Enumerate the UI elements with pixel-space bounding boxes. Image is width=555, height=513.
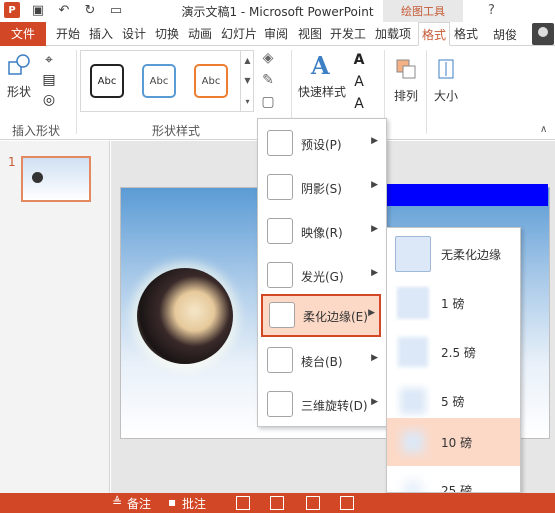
soft-edge-2-5pt-swatch [395,334,431,370]
notes-button[interactable]: 备注 [127,495,151,512]
shape-style-blue[interactable]: Abc [142,64,176,98]
normal-view-icon[interactable] [236,496,250,510]
shape-style-dark[interactable]: Abc [90,64,124,98]
quick-styles-icon: A [310,51,330,80]
collapse-ribbon-icon[interactable]: ∧ [540,124,547,135]
text-outline-icon[interactable]: A [350,74,368,90]
tab-animations[interactable]: 动画 [188,22,212,46]
tab-home[interactable]: 开始 [56,22,80,46]
tab-slideshow[interactable]: 幻灯片 [221,22,257,46]
tab-view[interactable]: 视图 [298,22,322,46]
submenu-arrow-icon: ▶ [371,353,378,363]
submenu-arrow-icon: ▶ [371,397,378,407]
blue-rectangle-shape[interactable] [380,184,548,206]
3d-rotation-icon [267,391,293,417]
submenu-arrow-icon: ▶ [371,136,378,146]
menu-item-glow[interactable]: 发光(G) ▶ [258,254,386,297]
svg-text:A: A [310,52,330,78]
tab-file[interactable]: 文件 [0,22,46,46]
gallery-scroll[interactable]: ▲ ▼ ▾ [240,50,254,112]
shape-outline-icon[interactable]: ✎ [259,72,277,88]
status-bar: ≜ 备注 ▪ 批注 [0,493,555,513]
arrange-button[interactable]: 排列 [392,56,420,104]
text-fill-icon[interactable]: A [350,52,368,68]
shapes-button[interactable]: 形状 [4,52,34,100]
arrange-icon [396,59,416,79]
shapes-icon [8,54,30,75]
shape-fill-icon[interactable]: ◈ [259,50,277,66]
reflection-icon [267,218,293,244]
gallery-more-icon[interactable]: ▾ [245,97,249,106]
menu-item-bevel[interactable]: 棱台(B) ▶ [258,339,386,382]
menu-item-shadow[interactable]: 阴影(S) ▶ [258,166,386,209]
tab-developer[interactable]: 开发工 [330,22,366,46]
soft-edge-25pt-swatch [395,472,431,492]
comments-icon[interactable]: ▪ [168,495,176,509]
edit-shape-icon[interactable]: ⌖ [40,52,58,68]
tab-review[interactable]: 审阅 [264,22,288,46]
notes-icon[interactable]: ≜ [112,495,122,509]
ribbon-tabs: 文件 开始 插入 设计 切换 动画 幻灯片 审阅 视图 开发工 加载项 格式 格… [0,22,555,46]
quick-styles-button[interactable]: A 快速样式 [298,51,346,100]
soft-edges-submenu: 无柔化边缘 1 磅 2.5 磅 5 磅 10 磅 25 磅 [386,227,521,493]
size-button[interactable]: 大小 [432,56,460,104]
user-name[interactable]: 胡俊 [493,26,517,43]
tab-format[interactable]: 格式 [454,22,478,46]
soft-edge-5pt-swatch [395,383,431,419]
separator [76,50,77,134]
soft-edges-icon [269,302,295,328]
gallery-up-icon[interactable]: ▲ [244,56,250,65]
reading-view-icon[interactable] [306,496,320,510]
glow-icon [267,262,293,288]
comments-button[interactable]: 批注 [182,495,206,512]
drawing-tools-context: 绘图工具 [383,0,463,22]
submenu-arrow-icon: ▶ [371,224,378,234]
shape-styles-group-label: 形状样式 [152,124,201,138]
portrait-photo[interactable] [137,268,233,364]
gallery-down-icon[interactable]: ▼ [244,76,250,85]
window-title: 演示文稿1 - Microsoft PowerPoint [181,5,374,19]
submenu-arrow-icon: ▶ [368,308,375,318]
slideshow-icon[interactable] [340,496,354,510]
merge-shapes-icon[interactable]: ◎ [40,92,58,108]
submenu-arrow-icon: ▶ [371,268,378,278]
tab-addins[interactable]: 加载项 [375,22,411,46]
shadow-icon [267,174,293,200]
slide-sorter-icon[interactable] [270,496,284,510]
tab-insert[interactable]: 插入 [89,22,113,46]
menu-item-3d-rotation[interactable]: 三维旋转(D) ▶ [258,383,386,426]
thumbnail-photo [32,172,43,183]
soft-edge-none[interactable]: 无柔化边缘 [387,230,520,278]
size-icon [438,59,454,79]
tab-design[interactable]: 设计 [122,22,146,46]
menu-item-preset[interactable]: 预设(P) ▶ [258,122,386,165]
soft-edge-none-swatch [395,236,431,272]
soft-edge-1pt[interactable]: 1 磅 [387,279,520,327]
shape-effects-menu: 预设(P) ▶ 阴影(S) ▶ 映像(R) ▶ 发光(G) ▶ 柔化边缘(E) … [257,118,387,427]
avatar[interactable] [532,23,554,45]
insert-shapes-group-label: 插入形状 [12,124,61,138]
submenu-arrow-icon: ▶ [371,180,378,190]
title-bar: P ▣ ↶ ↻ ▭ 演示文稿1 - Microsoft PowerPoint 绘… [0,0,555,22]
menu-item-soft-edges[interactable]: 柔化边缘(E) ▶ [261,294,381,337]
bevel-icon [267,347,293,373]
help-icon[interactable]: ? [488,3,495,18]
slide-number: 1 [8,155,16,169]
separator [426,50,427,134]
text-box-icon[interactable]: ▤ [40,72,58,88]
preset-icon [267,130,293,156]
tab-format-active[interactable]: 格式 [418,22,450,46]
soft-edge-25pt[interactable]: 25 磅 [387,466,520,492]
soft-edge-10pt-swatch [395,424,431,460]
text-effects-icon[interactable]: A [350,96,368,112]
soft-edge-10pt[interactable]: 10 磅 [387,418,520,466]
soft-edge-2-5pt[interactable]: 2.5 磅 [387,328,520,376]
soft-edge-1pt-swatch [395,285,431,321]
slide-thumbnail[interactable] [21,156,91,202]
tab-transitions[interactable]: 切换 [155,22,179,46]
shape-effects-icon[interactable]: ▢ [259,94,277,110]
shape-style-orange[interactable]: Abc [194,64,228,98]
menu-item-reflection[interactable]: 映像(R) ▶ [258,210,386,253]
